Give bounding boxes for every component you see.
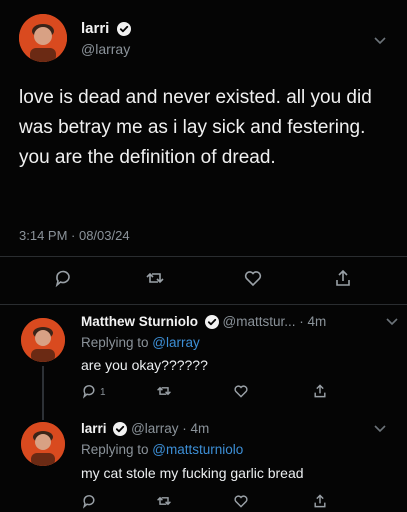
reply-handle-time[interactable]: @mattstur... · 4m bbox=[223, 314, 327, 329]
reply-count: 1 bbox=[100, 387, 106, 398]
retweet-icon[interactable] bbox=[156, 493, 172, 509]
reply-author-line: Matthew Sturniolo @mattstur... · 4m bbox=[81, 314, 327, 330]
reply-icon[interactable] bbox=[53, 268, 73, 288]
reply-text: my cat stole my fucking garlic bread bbox=[81, 465, 304, 481]
replying-to-link[interactable]: @mattsturniolo bbox=[152, 442, 243, 457]
author-handle[interactable]: @larray bbox=[81, 41, 130, 57]
avatar[interactable] bbox=[21, 422, 65, 466]
share-icon[interactable] bbox=[312, 493, 328, 509]
verified-icon bbox=[204, 315, 219, 330]
retweet-icon[interactable] bbox=[145, 268, 165, 288]
verified-icon bbox=[113, 422, 128, 437]
share-icon[interactable] bbox=[333, 268, 353, 288]
divider bbox=[0, 256, 407, 257]
share-icon[interactable] bbox=[312, 383, 328, 399]
reply-icon[interactable] bbox=[81, 493, 97, 509]
divider bbox=[0, 304, 407, 305]
reply-author-name[interactable]: Matthew Sturniolo bbox=[81, 314, 198, 329]
author-name[interactable]: larri bbox=[81, 20, 109, 37]
replying-to-link[interactable]: @larray bbox=[152, 335, 199, 350]
like-icon[interactable] bbox=[233, 383, 249, 399]
reply-author-line: larri @larray · 4m bbox=[81, 421, 209, 437]
like-icon[interactable] bbox=[233, 493, 249, 509]
reply-icon[interactable] bbox=[81, 383, 97, 399]
reply-handle-time[interactable]: @larray · 4m bbox=[131, 421, 209, 436]
replying-prefix: Replying to bbox=[81, 335, 153, 350]
verified-icon bbox=[116, 22, 131, 37]
replying-to: Replying to @mattsturniolo bbox=[81, 442, 243, 457]
avatar[interactable] bbox=[19, 14, 67, 62]
tweet-thread-screen: larri @larray love is dead and never exi… bbox=[0, 0, 407, 512]
thread-line bbox=[42, 366, 44, 420]
chevron-down-icon[interactable] bbox=[373, 36, 387, 46]
tweet-timestamp[interactable]: 3:14 PM · 08/03/24 bbox=[19, 228, 130, 243]
reply-text: are you okay?????? bbox=[81, 357, 208, 373]
chevron-down-icon[interactable] bbox=[373, 424, 387, 434]
retweet-icon[interactable] bbox=[156, 383, 172, 399]
replying-to: Replying to @larray bbox=[81, 335, 200, 350]
chevron-down-icon[interactable] bbox=[385, 317, 399, 327]
avatar[interactable] bbox=[21, 318, 65, 362]
replying-prefix: Replying to bbox=[81, 442, 153, 457]
tweet-text: love is dead and never existed. all you … bbox=[19, 87, 372, 168]
author-line: larri bbox=[81, 20, 131, 37]
reply-author-name[interactable]: larri bbox=[81, 421, 107, 436]
like-icon[interactable] bbox=[243, 268, 263, 288]
